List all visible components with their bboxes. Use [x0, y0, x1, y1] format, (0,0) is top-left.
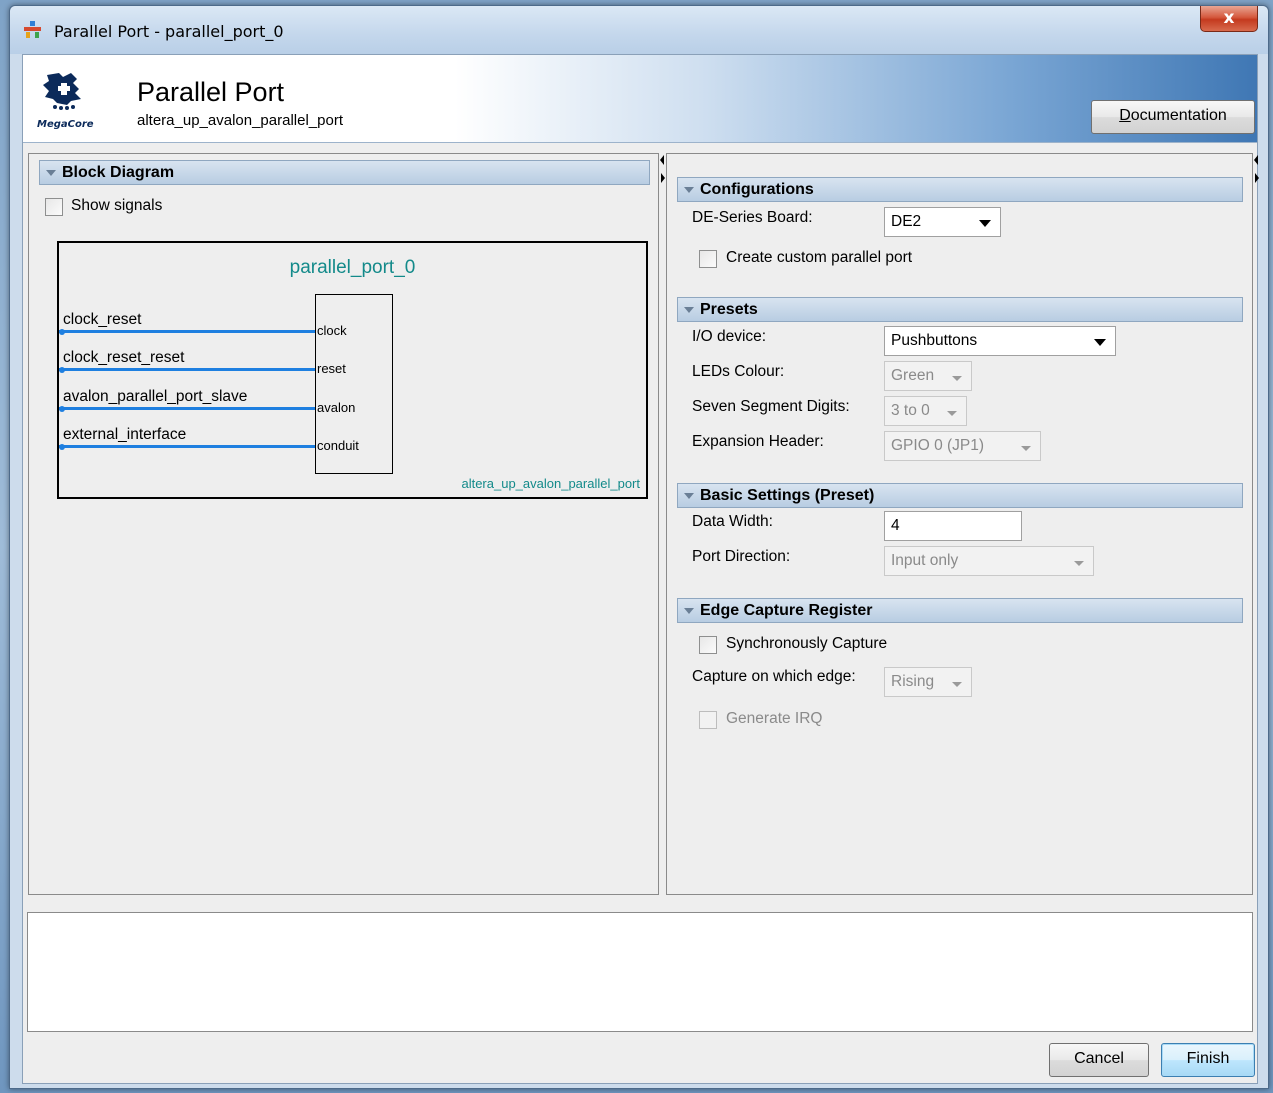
show-signals-label: Show signals [71, 197, 163, 214]
parameters-pane: Configurations DE-Series Board: DE2 Crea… [666, 153, 1253, 895]
edge-capture-section-header[interactable]: Edge Capture Register [677, 598, 1243, 623]
board-select[interactable]: DE2 [884, 207, 1001, 237]
splitter-left-arrow-icon[interactable] [1254, 155, 1258, 165]
splitter-right-arrow-icon[interactable] [661, 173, 665, 183]
capture-edge-select: Rising [884, 667, 972, 697]
board-label: DE-Series Board: [692, 209, 813, 226]
generate-irq-label: Generate IRQ [726, 710, 823, 727]
interface-line [59, 330, 315, 333]
interface-line [59, 407, 315, 410]
collapse-icon [46, 170, 56, 176]
component-block: parallel_port_0 clock_reset clock_reset_… [57, 241, 648, 499]
message-area [27, 912, 1253, 1032]
splitter-right-arrow-icon[interactable] [1255, 173, 1259, 183]
interface-dot [59, 329, 65, 335]
chevron-down-icon [1021, 446, 1031, 451]
interface-label: clock_reset [63, 311, 142, 328]
component-ports-box: clock reset avalon conduit [315, 294, 393, 474]
dialog-client: MegaCore Parallel Port altera_up_avalon_… [22, 54, 1259, 1084]
generate-irq-checkbox [699, 711, 717, 729]
chevron-down-icon [1074, 561, 1084, 566]
chevron-down-icon [1094, 339, 1106, 346]
collapse-icon [684, 608, 694, 614]
collapse-icon [684, 187, 694, 193]
chevron-down-icon [952, 376, 962, 381]
leds-colour-label: LEDs Colour: [692, 363, 785, 380]
port-direction-select: Input only [884, 546, 1094, 576]
pin-label: avalon [317, 400, 356, 415]
configurations-section-header[interactable]: Configurations [677, 177, 1243, 202]
interface-dot [59, 367, 65, 373]
expansion-header-select: GPIO 0 (JP1) [884, 431, 1041, 461]
capture-edge-label: Capture on which edge: [692, 668, 856, 685]
port-direction-label: Port Direction: [692, 548, 791, 565]
component-name: parallel_port_0 [289, 257, 416, 278]
custom-port-checkbox[interactable] [699, 250, 717, 268]
basic-settings-section-header[interactable]: Basic Settings (Preset) [677, 483, 1243, 508]
interface-label: external_interface [63, 426, 187, 443]
sync-capture-checkbox[interactable] [699, 636, 717, 654]
chevron-down-icon [979, 220, 991, 227]
seven-segment-label: Seven Segment Digits: [692, 398, 850, 415]
block-diagram-pane: Block Diagram Show signals parallel_port… [28, 153, 659, 895]
custom-port-label: Create custom parallel port [726, 249, 913, 266]
header-banner: MegaCore Parallel Port altera_up_avalon_… [23, 55, 1257, 143]
interface-line [59, 368, 315, 371]
show-signals-checkbox[interactable] [45, 198, 63, 216]
title-bar[interactable]: Parallel Port - parallel_port_0 x [10, 6, 1268, 54]
megacore-logo-icon: MegaCore [37, 73, 94, 130]
collapse-icon [684, 493, 694, 499]
sync-capture-label: Synchronously Capture [726, 635, 888, 652]
pin-label: conduit [317, 438, 359, 453]
close-button[interactable]: x [1200, 6, 1258, 32]
page-title: Parallel Port [137, 77, 285, 107]
interface-line [59, 445, 315, 448]
interface-dot [59, 406, 65, 412]
splitter-left-arrow-icon[interactable] [660, 155, 664, 165]
pin-label: clock [317, 323, 347, 338]
io-device-label: I/O device: [692, 328, 767, 345]
cancel-button[interactable]: Cancel [1049, 1043, 1149, 1077]
chevron-down-icon [952, 682, 962, 687]
expansion-header-label: Expansion Header: [692, 433, 824, 450]
chevron-down-icon [947, 411, 957, 416]
io-device-select[interactable]: Pushbuttons [884, 326, 1116, 356]
seven-segment-select: 3 to 0 [884, 396, 967, 426]
close-icon: x [1223, 8, 1235, 28]
window-title: Parallel Port - parallel_port_0 [54, 22, 284, 41]
app-icon [24, 21, 41, 38]
data-width-field[interactable]: 4 [884, 511, 1022, 541]
interface-label: avalon_parallel_port_slave [63, 388, 248, 405]
logo-text: MegaCore [37, 119, 94, 130]
finish-button[interactable]: Finish [1161, 1043, 1255, 1077]
data-width-label: Data Width: [692, 513, 773, 530]
collapse-icon [684, 307, 694, 313]
pin-label: reset [317, 361, 346, 376]
dialog-window: Parallel Port - parallel_port_0 x MegaCo… [9, 5, 1269, 1089]
documentation-button[interactable]: Documentation [1091, 100, 1255, 134]
interface-dot [59, 444, 65, 450]
presets-section-header[interactable]: Presets [677, 297, 1243, 322]
leds-colour-select: Green [884, 361, 972, 391]
interface-label: clock_reset_reset [63, 349, 185, 366]
component-type: altera_up_avalon_parallel_port [461, 476, 640, 491]
block-diagram-section-header[interactable]: Block Diagram [39, 160, 650, 185]
page-subtitle: altera_up_avalon_parallel_port [137, 112, 343, 129]
